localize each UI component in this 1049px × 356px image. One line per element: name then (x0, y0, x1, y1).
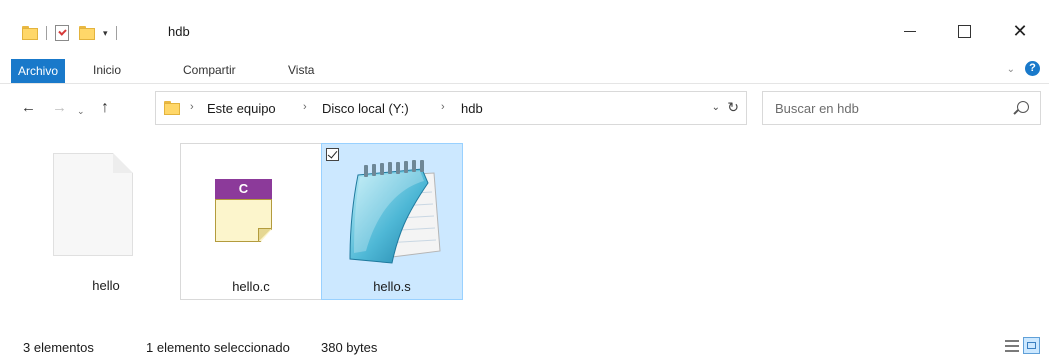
address-bar[interactable]: › Este equipo › Disco local (Y:) › hdb ⌄… (155, 91, 747, 125)
window-title: hdb (168, 24, 190, 39)
breadcrumb-separator[interactable]: › (190, 101, 194, 113)
expand-ribbon-icon[interactable]: ⌄ (1007, 64, 1015, 75)
refresh-icon[interactable]: ↻ (727, 99, 739, 116)
c-file-fold (258, 228, 272, 242)
forward-button[interactable]: → (52, 99, 67, 117)
status-bar: 3 elementos 1 elemento seleccionado 380 … (0, 334, 1049, 356)
search-icon (1017, 101, 1029, 113)
details-view-icon[interactable] (1005, 339, 1019, 353)
ribbon-tabs: Archivo Inicio Compartir Vista (0, 58, 1049, 84)
tab-compartir[interactable]: Compartir (183, 58, 236, 82)
folder-icon (22, 26, 38, 40)
breadcrumb-separator[interactable]: › (441, 101, 445, 113)
address-dropdown-icon[interactable]: ⌄ (712, 102, 720, 113)
minimize-icon (904, 30, 916, 32)
tab-inicio[interactable]: Inicio (93, 58, 121, 82)
folder-icon (164, 101, 180, 115)
minimize-button[interactable] (890, 16, 930, 46)
file-name: hello.c (232, 279, 270, 294)
new-folder-icon[interactable] (79, 26, 95, 40)
notepad-file-icon (349, 160, 441, 264)
breadcrumb-separator[interactable]: › (303, 101, 307, 113)
tab-archivo[interactable]: Archivo (11, 59, 65, 83)
file-item-hello[interactable]: hello (35, 143, 177, 300)
file-item-hello-c[interactable]: C hello.c (180, 143, 322, 300)
recent-locations-icon[interactable]: ⌄ (77, 102, 85, 120)
file-name: hello.s (373, 279, 411, 294)
item-count: 3 elementos (23, 340, 94, 355)
breadcrumb-hdb[interactable]: hdb (461, 101, 483, 116)
close-icon: ✕ (1012, 20, 1028, 41)
search-placeholder: Buscar en hdb (775, 101, 859, 116)
breadcrumb-disco-local[interactable]: Disco local (Y:) (322, 101, 409, 116)
maximize-button[interactable] (944, 16, 984, 46)
tab-vista[interactable]: Vista (288, 58, 314, 82)
properties-icon[interactable] (55, 25, 69, 41)
navigation-bar: ← → ⌄ ↑ › Este equipo › Disco local (Y:)… (0, 91, 1049, 127)
c-source-file-icon: C (215, 179, 272, 242)
toolbar-divider (115, 26, 117, 40)
selection-size: 380 bytes (321, 340, 378, 355)
blank-file-icon (53, 153, 133, 256)
large-icons-view-icon[interactable] (1023, 337, 1040, 354)
maximize-icon (957, 24, 971, 38)
toolbar-divider (46, 26, 47, 40)
search-box[interactable]: Buscar en hdb (762, 91, 1041, 125)
quick-access-toolbar: ▾ (22, 22, 125, 44)
help-icon[interactable]: ? (1025, 61, 1040, 76)
back-button[interactable]: ← (21, 99, 36, 117)
file-item-hello-s[interactable]: hello.s (321, 143, 463, 300)
close-button[interactable]: ✕ (1000, 16, 1040, 46)
customize-toolbar-dropdown[interactable]: ▾ (103, 22, 108, 44)
file-name: hello (92, 278, 120, 293)
title-bar: ▾ hdb ✕ (0, 0, 1049, 60)
selection-count: 1 elemento seleccionado (146, 340, 290, 355)
up-button[interactable]: ↑ (101, 99, 109, 117)
c-letter: C (215, 179, 272, 199)
breadcrumb-este-equipo[interactable]: Este equipo (207, 101, 276, 116)
